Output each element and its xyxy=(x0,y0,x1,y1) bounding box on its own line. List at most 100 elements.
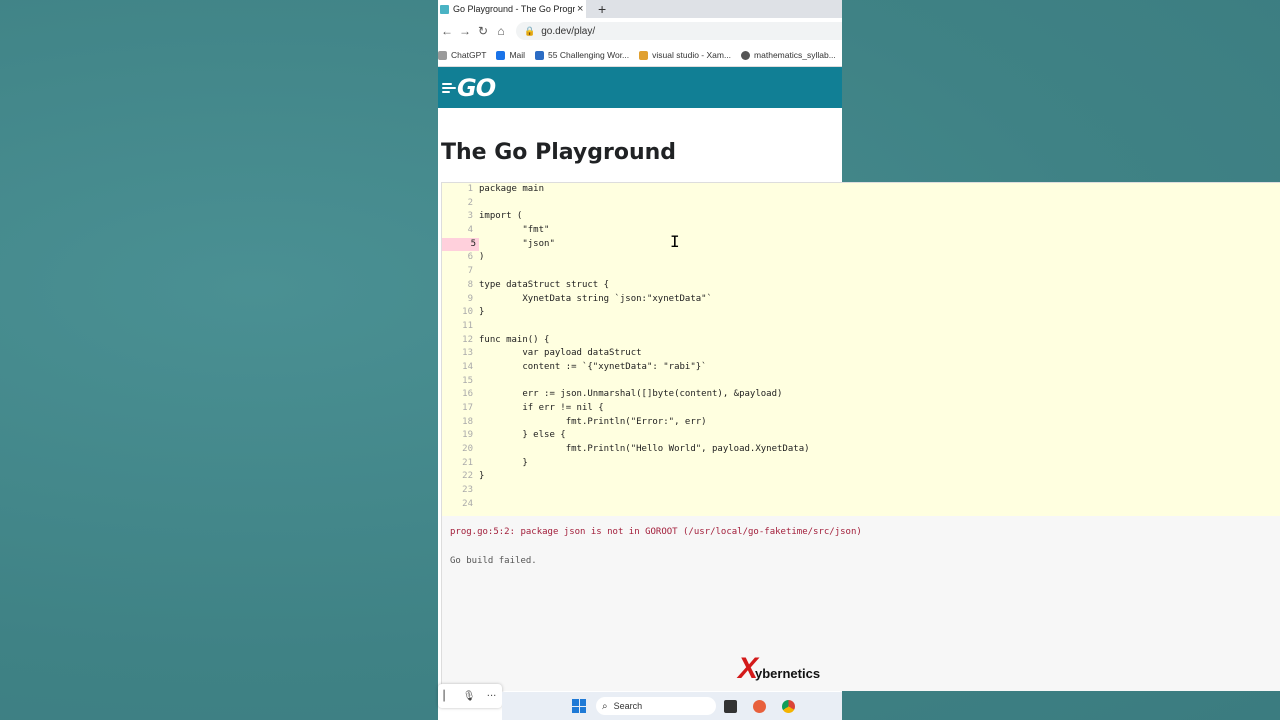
go-speed-lines-icon xyxy=(442,82,456,93)
bookmark-chatgpt[interactable]: ChatGPT xyxy=(438,50,486,60)
code-text: if err != nil { xyxy=(479,403,604,413)
line-number: 1 xyxy=(467,184,473,194)
code-line[interactable]: 19 } else { xyxy=(442,429,1280,443)
voice-toolbar: ▏ 🎙 ··· xyxy=(438,684,502,708)
line-number: 3 xyxy=(467,211,473,222)
code-line[interactable]: 3 import ( xyxy=(442,210,1280,224)
code-line[interactable]: 13 var payload dataStruct xyxy=(442,347,1280,361)
watermark-logo: X ybernetics xyxy=(738,654,821,684)
windows-start-icon[interactable] xyxy=(572,699,586,713)
code-text: } xyxy=(479,307,485,318)
back-icon[interactable]: ← xyxy=(438,24,456,38)
pencil-icon xyxy=(639,50,649,60)
code-text: var payload dataStruct xyxy=(479,348,642,359)
bookmark-visual-studio[interactable]: visual studio - Xam... xyxy=(639,50,731,60)
code-line[interactable]: 11 xyxy=(442,320,1280,334)
code-line[interactable]: 4 "fmt" xyxy=(442,224,1280,238)
firefox-icon[interactable] xyxy=(753,699,766,713)
code-text: XynetData string `json:"xynetData"` xyxy=(479,293,712,304)
line-number: 22 xyxy=(462,471,473,482)
code-line[interactable]: 23 xyxy=(442,484,1280,498)
globe-icon xyxy=(741,50,751,60)
more-options-icon[interactable]: ··· xyxy=(487,691,497,702)
go-favicon-icon xyxy=(440,4,449,14)
tab-title: Go Playground - The Go Programming Langu… xyxy=(453,4,575,14)
go-header: GO xyxy=(438,67,842,108)
code-text: } else { xyxy=(479,430,566,441)
chrome-icon[interactable] xyxy=(782,699,795,713)
tab-go-playground[interactable]: Go Playground - The Go Programming Langu… xyxy=(438,0,586,18)
outlook-icon xyxy=(496,50,506,60)
forward-icon[interactable]: → xyxy=(456,24,474,38)
code-line[interactable]: 6) xyxy=(442,251,1280,265)
microphone-icon[interactable]: 🎙 xyxy=(463,691,476,702)
code-text: content := `{"xynetData": "rabi"}` xyxy=(479,361,707,372)
bookmark-label: mathematics_syllab... xyxy=(754,50,836,60)
bookmark-mathematics[interactable]: mathematics_syllab... xyxy=(741,50,836,60)
line-number: 8 xyxy=(467,279,473,290)
code-line[interactable]: 17 if err != nil { xyxy=(442,402,1280,416)
code-editor[interactable]: 1 package main 2 3 import (4 "fmt" 5 "json" 6)… xyxy=(441,182,1280,517)
watermark-text: ybernetics xyxy=(755,666,821,681)
code-text: ) xyxy=(479,252,485,263)
line-number: 19 xyxy=(462,430,473,441)
code-line[interactable]: 2 xyxy=(442,197,1280,211)
page-title: The Go Playground xyxy=(441,140,677,165)
line-number: 24 xyxy=(462,498,473,509)
line-number: 4 xyxy=(467,225,473,236)
search-icon: ⌕ xyxy=(602,700,608,712)
line-number: 14 xyxy=(462,361,473,372)
url-input[interactable]: 🔒 go.dev/play/ xyxy=(516,22,842,40)
new-tab-button[interactable]: + xyxy=(598,1,606,17)
build-error-message: prog.go:5:2: package json is not in GORO… xyxy=(450,527,862,537)
tab-strip: Go Playground - The Go Programming Langu… xyxy=(438,0,842,18)
line-number: 13 xyxy=(462,348,473,359)
code-line[interactable]: 5 "json" xyxy=(442,237,1280,252)
code-text: "fmt" xyxy=(479,225,550,236)
line-number: 2 xyxy=(467,197,473,208)
output-panel: prog.go:5:2: package json is not in GORO… xyxy=(441,516,1280,691)
code-line[interactable]: 7 xyxy=(442,265,1280,279)
code-line[interactable]: 8 type dataStruct struct { xyxy=(442,279,1280,293)
code-line[interactable]: 1 package main xyxy=(442,183,1280,197)
line-number: 7 xyxy=(467,266,473,277)
bookmark-challenging-words[interactable]: 55 Challenging Wor... xyxy=(535,50,629,60)
line-number: 17 xyxy=(462,403,473,413)
address-bar: ← → ↻ ⌂ 🔒 go.dev/play/ xyxy=(438,18,842,44)
code-line[interactable]: 16 err := json.Unmarshal([]byte(content)… xyxy=(442,388,1280,402)
code-text: } xyxy=(479,457,528,468)
taskbar-search[interactable]: ⌕ Search xyxy=(596,697,716,715)
drag-handle-icon[interactable]: ▏ xyxy=(444,691,452,702)
code-line[interactable]: 14 content := `{"xynetData": "rabi"}` xyxy=(442,361,1280,375)
code-line[interactable]: 20 fmt.Println("Hello World", payload.Xy… xyxy=(442,443,1280,457)
code-line[interactable]: 18 fmt.Println("Error:", err) xyxy=(442,416,1280,430)
bookmarks-bar: ChatGPT Mail 55 Challenging Wor... visua… xyxy=(438,44,842,67)
line-number: 10 xyxy=(462,307,473,318)
code-line[interactable]: 9 XynetData string `json:"xynetData"` xyxy=(442,293,1280,307)
line-number: 12 xyxy=(462,334,473,345)
code-line[interactable]: 22} xyxy=(442,470,1280,484)
code-line[interactable]: 24 xyxy=(442,498,1280,512)
code-text: err := json.Unmarshal([]byte(content), &… xyxy=(479,389,783,400)
bookmark-label: Mail xyxy=(509,50,526,60)
bookmark-mail[interactable]: Mail xyxy=(496,50,525,60)
go-logo[interactable]: GO xyxy=(457,74,496,102)
code-text: package main xyxy=(479,184,545,194)
build-status: Go build failed. xyxy=(450,556,537,566)
code-text: } xyxy=(479,471,485,482)
code-line[interactable]: 15 xyxy=(442,375,1280,389)
close-icon[interactable]: × xyxy=(577,3,583,15)
app-icon[interactable] xyxy=(724,699,737,713)
home-icon[interactable]: ⌂ xyxy=(492,24,510,38)
lock-icon: 🔒 xyxy=(524,25,536,36)
code-line[interactable]: 12 func main() { xyxy=(442,334,1280,348)
reload-icon[interactable]: ↻ xyxy=(474,24,492,38)
code-line[interactable]: 10} xyxy=(442,306,1280,320)
code-line[interactable]: 21 } xyxy=(442,457,1280,471)
line-number: 21 xyxy=(462,457,473,468)
line-number: 9 xyxy=(467,293,473,304)
